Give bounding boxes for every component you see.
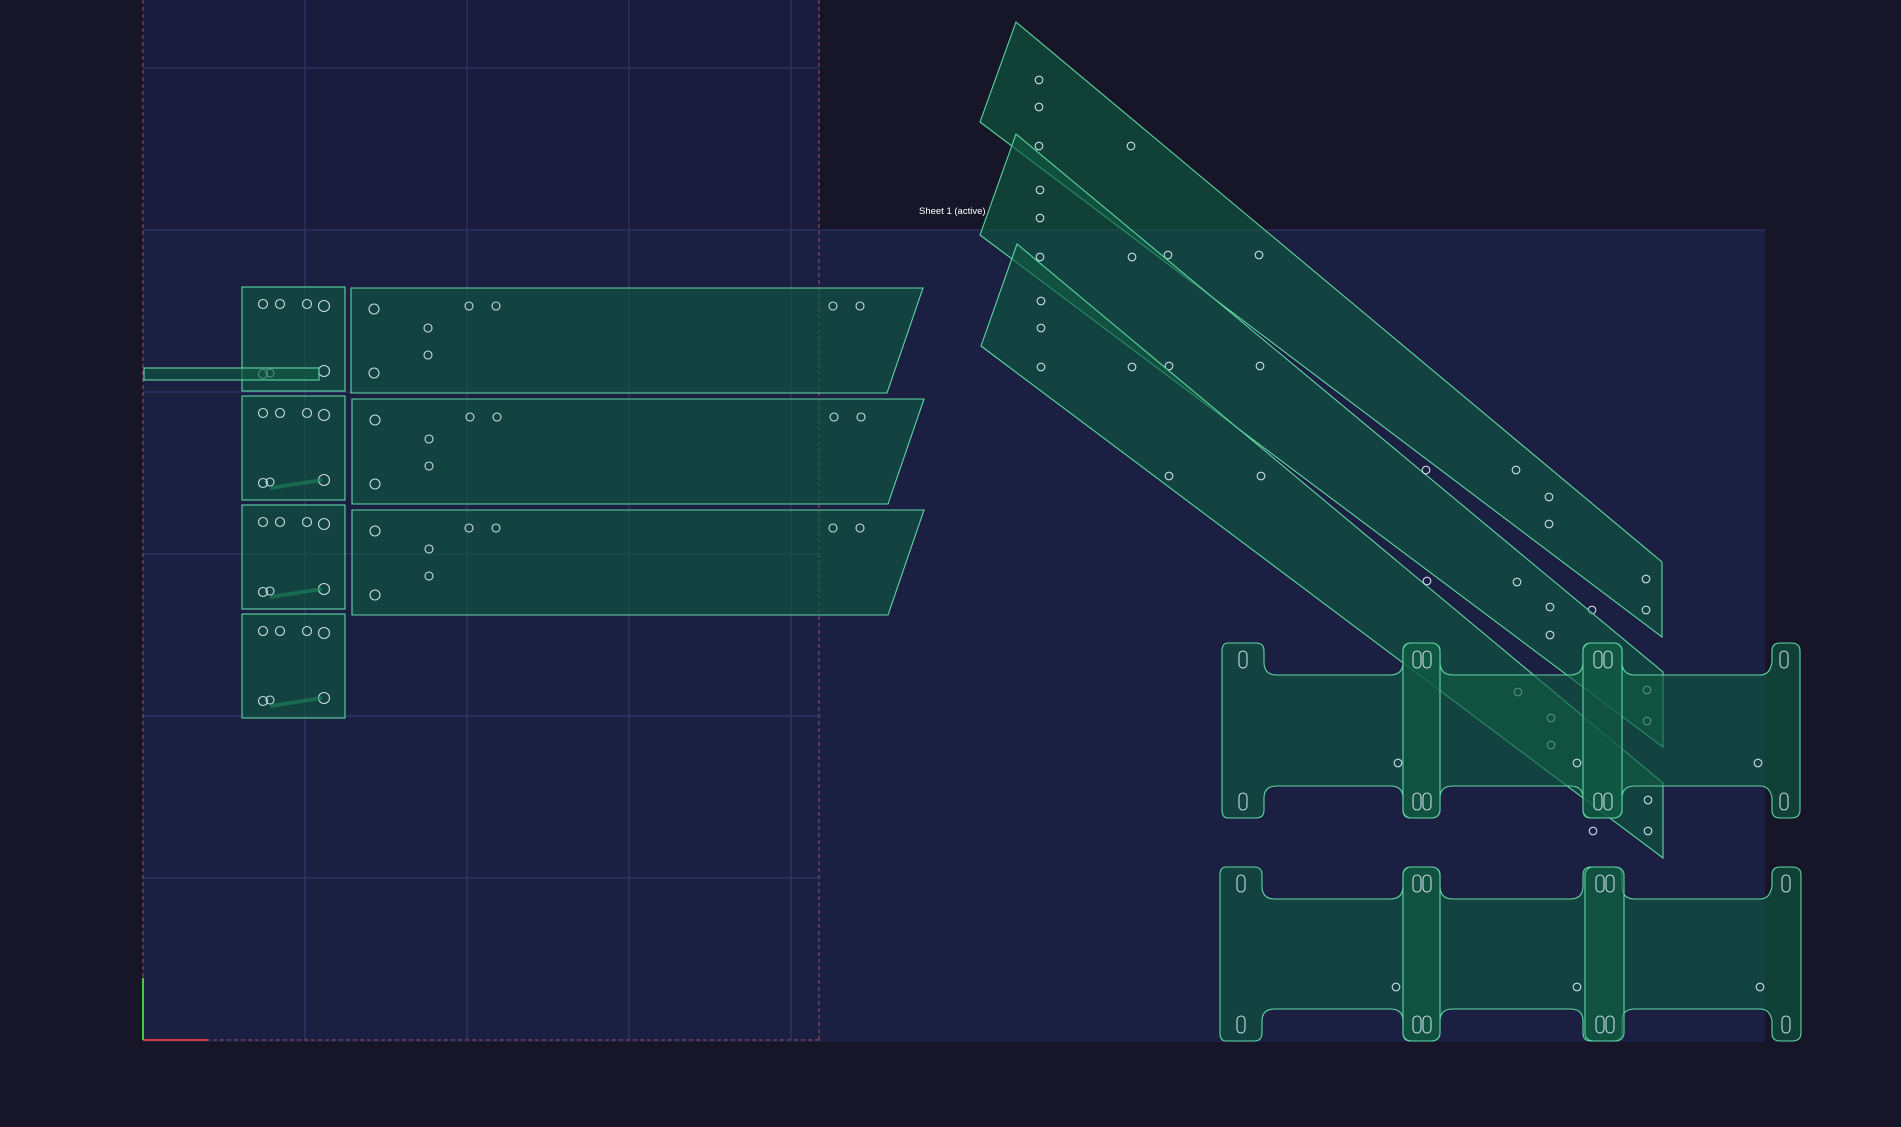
- rail-part-3[interactable]: [351, 509, 925, 616]
- sheet-label: Sheet 1 (active): [919, 206, 986, 217]
- strip-part[interactable]: [143, 367, 320, 381]
- bracket-part-4[interactable]: [241, 613, 346, 719]
- bracket-part-3[interactable]: [241, 504, 346, 610]
- rail-part-2[interactable]: [351, 398, 925, 505]
- bracket-part-2[interactable]: [241, 395, 346, 501]
- nesting-canvas[interactable]: Sheet 1 (active): [0, 0, 1901, 1127]
- rail-part-1[interactable]: [350, 287, 924, 394]
